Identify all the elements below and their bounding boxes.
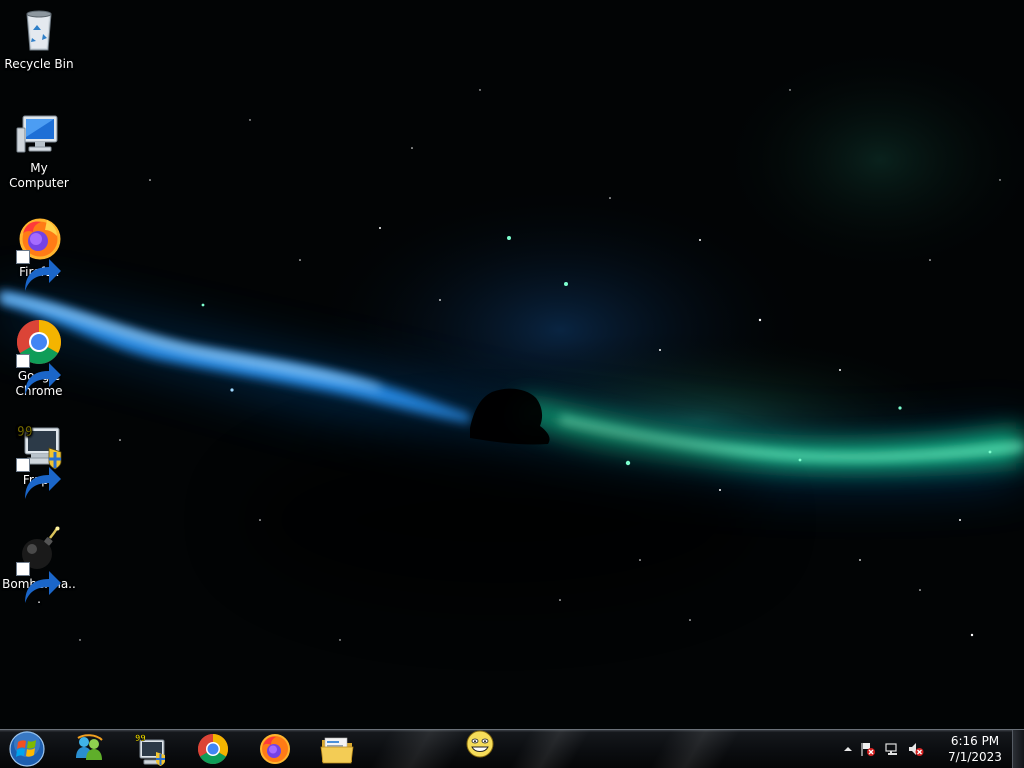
chrome-icon bbox=[15, 318, 63, 395]
desktop-icon-google-chrome[interactable]: Google Chrome bbox=[0, 318, 78, 399]
firefox-icon bbox=[15, 214, 63, 291]
taskbar-firefox-button[interactable] bbox=[258, 732, 292, 766]
bomb-icon bbox=[15, 526, 63, 603]
chrome-icon bbox=[197, 734, 229, 765]
shortcut-arrow-icon bbox=[16, 250, 61, 291]
taskbar-glass-streak bbox=[648, 730, 742, 768]
network-icon[interactable] bbox=[884, 741, 900, 757]
wallpaper-nebula bbox=[0, 0, 1024, 729]
desktop-icon-my-computer[interactable]: My Computer bbox=[0, 110, 78, 191]
show-desktop-button[interactable] bbox=[1012, 730, 1024, 768]
messenger-icon bbox=[76, 734, 103, 760]
volume-muted-icon[interactable] bbox=[908, 741, 924, 757]
desktop-icon-firefox[interactable]: Firefox bbox=[0, 214, 78, 291]
taskbar-fraps-button[interactable]: 99 bbox=[134, 732, 168, 766]
desktop-icon-bomberman[interactable]: Bomberma... bbox=[0, 526, 78, 607]
recycle-bin-icon bbox=[15, 6, 63, 54]
taskbar-chrome-button[interactable] bbox=[196, 732, 230, 766]
system-tray: 6:16 PM 7/1/2023 bbox=[834, 730, 1024, 768]
firefox-icon bbox=[260, 734, 290, 764]
taskbar-smiley-button[interactable] bbox=[463, 730, 497, 763]
fraps-icon: 99 bbox=[15, 422, 63, 499]
smiley-icon bbox=[466, 730, 494, 758]
svg-text:99: 99 bbox=[135, 734, 146, 744]
start-button[interactable] bbox=[6, 730, 48, 768]
taskbar-explorer-button[interactable] bbox=[320, 732, 354, 766]
folder-icon bbox=[320, 737, 354, 764]
computer-icon bbox=[15, 110, 63, 158]
taskbar-messenger-button[interactable] bbox=[72, 732, 106, 766]
chevron-up-icon[interactable] bbox=[840, 741, 856, 757]
fraps-icon: 99 bbox=[135, 734, 165, 766]
desktop-icon-label: Recycle Bin bbox=[4, 57, 74, 71]
shortcut-arrow-icon bbox=[16, 458, 61, 499]
taskbar: 99 6:16 PM 7/1/2023 bbox=[0, 729, 1024, 768]
taskbar-glass-streak bbox=[508, 730, 592, 768]
desktop-icon-fraps[interactable]: 99 Fraps bbox=[0, 422, 78, 499]
action-center-flag-icon[interactable] bbox=[860, 741, 876, 757]
clock-date: 7/1/2023 bbox=[948, 750, 1002, 764]
windows-orb-icon bbox=[9, 731, 45, 767]
svg-text:99: 99 bbox=[17, 425, 33, 440]
taskbar-clock[interactable]: 6:16 PM 7/1/2023 bbox=[944, 733, 1006, 765]
shortcut-arrow-icon bbox=[16, 354, 61, 395]
shortcut-arrow-icon bbox=[16, 562, 61, 603]
clock-time: 6:16 PM bbox=[950, 734, 1000, 748]
taskbar-glass-streak bbox=[368, 730, 472, 768]
desktop: Recycle Bin My Computer Chrome 99 Bomber… bbox=[0, 0, 1024, 729]
desktop-icon-label: My Computer bbox=[9, 161, 69, 190]
desktop-icon-recycle-bin[interactable]: Recycle Bin bbox=[0, 6, 78, 72]
